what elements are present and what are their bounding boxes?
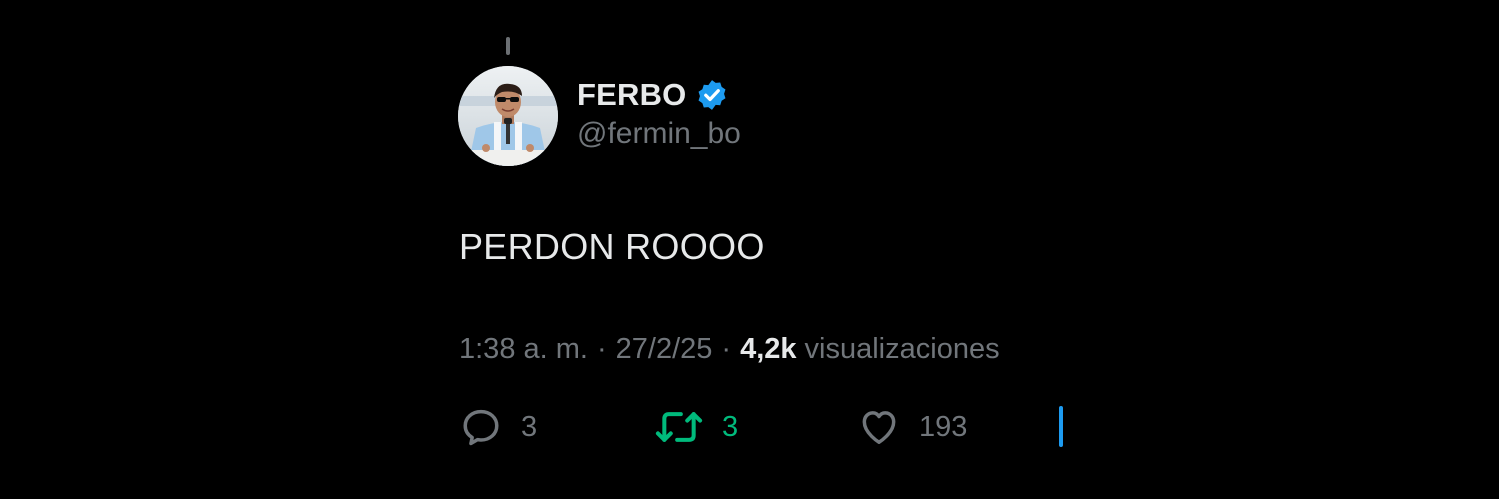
retweet-arrows-icon [655, 412, 703, 442]
tweet-time[interactable]: 1:38 a. m. [459, 333, 588, 366]
reply-count: 3 [521, 410, 538, 443]
tweet-meta: 1:38 a. m. · 27/2/25 · 4,2k visualizacio… [459, 333, 1000, 366]
heart-icon [862, 411, 896, 444]
tweet-text: PERDON ROOOO [459, 226, 765, 267]
reply-button[interactable]: 3 [459, 404, 537, 450]
author-name-row: FERBO [577, 76, 729, 114]
verified-badge-icon[interactable] [695, 78, 729, 112]
meta-separator: · [596, 333, 607, 365]
like-count: 193 [919, 410, 968, 443]
like-button[interactable]: 193 [857, 404, 967, 450]
thread-connector-line [506, 37, 510, 55]
retweet-button[interactable]: 3 [654, 404, 738, 450]
tweet-date[interactable]: 27/2/25 [616, 333, 713, 366]
reply-bubble-icon [463, 409, 499, 446]
views-label: visualizaciones [804, 333, 1000, 365]
views-count[interactable]: 4,2k [740, 333, 796, 366]
tweet-detail: FERBO @fermin_bo PERDON ROOOO 1:38 a. m.… [0, 0, 1499, 499]
retweet-count: 3 [722, 410, 739, 443]
author-handle[interactable]: @fermin_bo [577, 117, 741, 151]
author-display-name[interactable]: FERBO [577, 77, 687, 113]
tweet-actions: 3 3 193 [459, 404, 1079, 450]
meta-separator: · [721, 333, 732, 365]
avatar[interactable] [458, 66, 558, 166]
avatar-photo [458, 66, 558, 166]
text-cursor [1059, 406, 1063, 447]
